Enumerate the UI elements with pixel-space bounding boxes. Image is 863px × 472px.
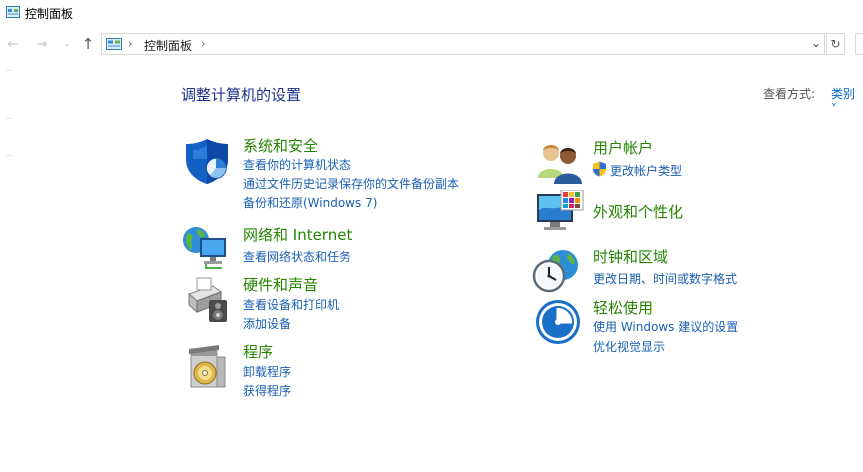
- left-pane-decor: [6, 70, 26, 170]
- breadcrumb-chevron-icon[interactable]: ›: [201, 37, 205, 50]
- link-backup-restore[interactable]: 备份和还原(Windows 7): [243, 194, 377, 211]
- link-network-status[interactable]: 查看网络状态和任务: [243, 248, 351, 265]
- search-input[interactable]: [855, 33, 863, 55]
- page-title: 调整计算机的设置: [181, 86, 302, 104]
- category-title-ease-of-access[interactable]: 轻松使用: [593, 297, 653, 318]
- link-windows-recommended-settings[interactable]: 使用 Windows 建议的设置: [593, 318, 738, 335]
- back-arrow-icon[interactable]: ←: [5, 36, 21, 52]
- view-by-dropdown[interactable]: 类别 ˅: [831, 85, 863, 116]
- breadcrumb-control-panel[interactable]: 控制面板: [144, 37, 192, 54]
- ease-of-access-icon[interactable]: [535, 299, 583, 347]
- link-change-account-type[interactable]: 更改帐户类型: [610, 162, 682, 179]
- programs-disc-icon[interactable]: [185, 343, 233, 391]
- monitor-palette-icon[interactable]: [536, 190, 584, 238]
- link-change-date-time-format[interactable]: 更改日期、时间或数字格式: [593, 270, 737, 287]
- up-arrow-icon[interactable]: ↑: [80, 35, 96, 53]
- uac-shield-icon: [593, 161, 606, 177]
- control-panel-icon: [6, 6, 20, 18]
- link-view-computer-status[interactable]: 查看你的计算机状态: [243, 156, 351, 173]
- link-add-device[interactable]: 添加设备: [243, 315, 291, 332]
- address-bar[interactable]: › 控制面板 › ⌄: [101, 33, 825, 55]
- category-title-system-security[interactable]: 系统和安全: [243, 135, 318, 156]
- breadcrumb-chevron-icon[interactable]: ›: [128, 37, 132, 50]
- link-optimize-visual-display[interactable]: 优化视觉显示: [593, 338, 665, 355]
- category-title-clock-region[interactable]: 时钟和区域: [593, 246, 668, 267]
- link-file-history-backup[interactable]: 通过文件历史记录保存你的文件备份副本: [243, 175, 459, 192]
- category-title-appearance[interactable]: 外观和个性化: [593, 201, 683, 222]
- clock-globe-icon[interactable]: [532, 246, 580, 294]
- shield-icon[interactable]: [183, 137, 231, 185]
- category-title-network-internet[interactable]: 网络和 Internet: [243, 224, 352, 245]
- refresh-button[interactable]: ↻: [826, 33, 845, 55]
- view-by-label: 查看方式:: [763, 87, 816, 101]
- users-icon[interactable]: [536, 138, 584, 186]
- address-dropdown-icon[interactable]: ⌄: [811, 36, 821, 50]
- forward-arrow-icon[interactable]: →: [34, 36, 50, 52]
- title-bar: 控制面板: [0, 0, 863, 28]
- printer-speaker-icon[interactable]: [183, 274, 231, 322]
- control-panel-icon: [106, 38, 122, 50]
- category-title-user-accounts[interactable]: 用户帐户: [593, 137, 653, 158]
- window-title: 控制面板: [25, 7, 74, 21]
- recent-locations-chevron-icon[interactable]: ⌄: [62, 36, 72, 52]
- category-title-hardware-sound[interactable]: 硬件和声音: [243, 274, 318, 295]
- link-uninstall-program[interactable]: 卸载程序: [243, 363, 291, 380]
- network-globe-icon[interactable]: [182, 222, 230, 270]
- link-get-programs[interactable]: 获得程序: [243, 382, 291, 399]
- category-title-programs[interactable]: 程序: [243, 341, 273, 362]
- link-devices-printers[interactable]: 查看设备和打印机: [243, 296, 339, 313]
